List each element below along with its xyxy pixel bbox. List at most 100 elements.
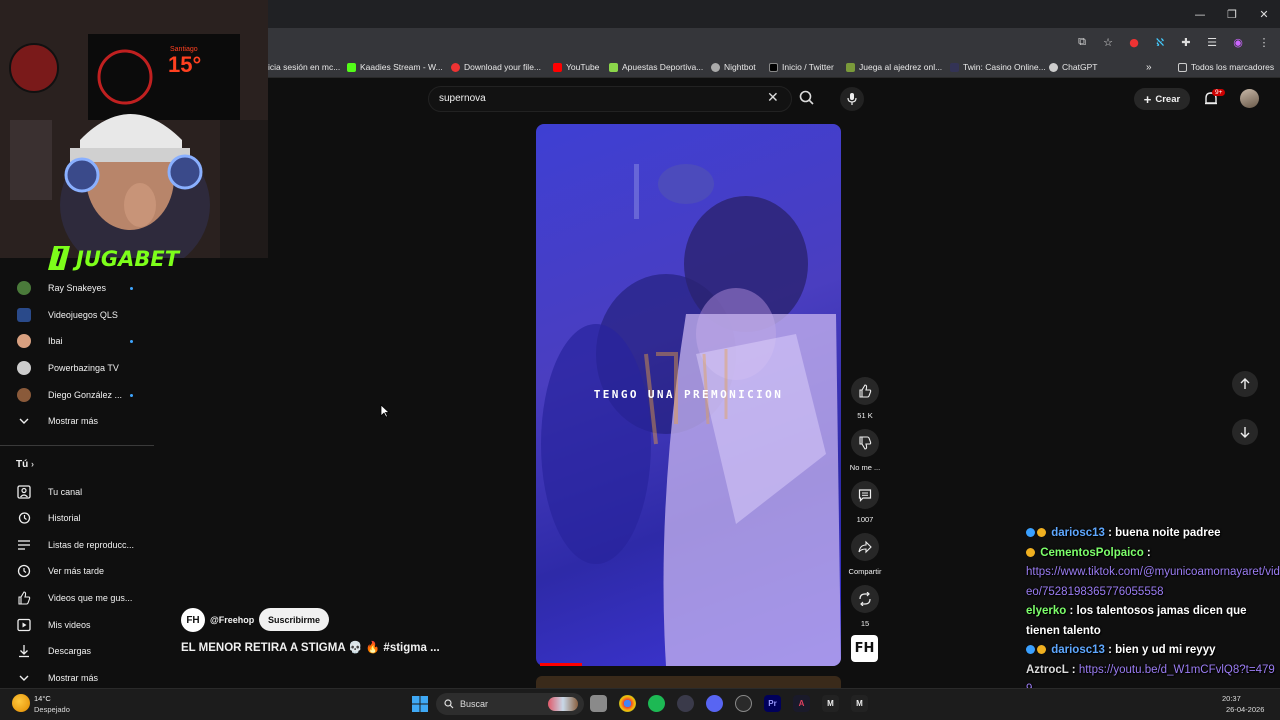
clock-icon: [17, 564, 31, 578]
you-section-heading[interactable]: Tú ›: [16, 459, 34, 470]
discord-icon[interactable]: [706, 695, 723, 712]
minimize-icon[interactable]: —: [1184, 0, 1216, 28]
next-short-button[interactable]: [1232, 419, 1258, 445]
chat-message: CementosPolpaico : https://www.tiktok.com…: [1026, 546, 1280, 598]
sidebar-item-subscription[interactable]: Diego González ...: [0, 382, 154, 408]
arrow-down-icon: [1240, 427, 1250, 438]
app-a-icon[interactable]: A: [793, 695, 810, 712]
chrome-icon[interactable]: [619, 695, 636, 712]
create-button[interactable]: + Crear: [1134, 88, 1190, 110]
windows-start-icon[interactable]: [411, 695, 428, 712]
comment-count: 1007: [856, 515, 874, 524]
bookmark-item[interactable]: Nightbot: [711, 60, 756, 74]
taskbar-weather-temp: 14°C: [34, 694, 51, 703]
channel-logo-badge[interactable]: FH: [851, 635, 878, 662]
spotify-icon[interactable]: [648, 695, 665, 712]
taskbar-weather-condition: Despejado: [34, 705, 70, 714]
bookmark-item[interactable]: ChatGPT: [1049, 60, 1097, 74]
all-bookmarks-folder[interactable]: Todos los marcadores: [1178, 60, 1274, 74]
sidebar-item-your-channel[interactable]: Tu canal: [0, 479, 154, 505]
search-input[interactable]: supernova: [439, 93, 486, 104]
previous-short-button[interactable]: [1232, 371, 1258, 397]
chevron-down-icon: [17, 414, 31, 428]
comments-button[interactable]: [851, 481, 879, 509]
sub-badge-icon: [1026, 528, 1035, 537]
dislike-button[interactable]: [851, 429, 879, 457]
taskbar-search[interactable]: Buscar: [436, 693, 584, 715]
sidebar-show-more[interactable]: Mostrar más: [0, 408, 154, 434]
weather-sun-icon[interactable]: [12, 694, 30, 712]
reading-list-icon[interactable]: ☰: [1202, 32, 1222, 52]
extensions-puzzle-icon[interactable]: ✚: [1176, 32, 1196, 52]
sidebar-item-watch-later[interactable]: Ver más tarde: [0, 558, 154, 584]
sidebar-item-subscription[interactable]: Videojuegos QLS: [0, 302, 154, 328]
share-button[interactable]: [851, 533, 879, 561]
chat-username: dariosc13: [1051, 644, 1105, 656]
channel-avatar[interactable]: FH: [181, 608, 205, 632]
comment-icon: [858, 489, 872, 502]
youtube-icon: [553, 62, 562, 72]
notification-count-badge: 9+: [1212, 89, 1226, 96]
x-twitter-icon: [769, 62, 778, 72]
more-menu-icon[interactable]: ⋮: [1254, 32, 1274, 52]
chat-username: dariosc13: [1051, 527, 1105, 539]
bookmark-star-icon[interactable]: ☆: [1098, 32, 1118, 52]
bookmark-item[interactable]: Twin: Casino Online...: [950, 60, 1046, 74]
next-short-preview[interactable]: [536, 676, 841, 688]
extension-red-icon[interactable]: ●: [1124, 32, 1144, 52]
bookmark-item[interactable]: Juega al ajedrez onl...: [846, 60, 942, 74]
dislike-label: No me ...: [849, 463, 881, 472]
profile-icon[interactable]: ◉: [1228, 32, 1248, 52]
sidebar-item-subscription[interactable]: Ray Snakeyes: [0, 275, 154, 301]
install-app-icon[interactable]: ⧉: [1072, 32, 1092, 52]
bookmark-item[interactable]: Apuestas Deportiva...: [609, 60, 703, 74]
premiere-icon[interactable]: Pr: [764, 695, 781, 712]
translate-extension-icon[interactable]: ℵ: [1150, 32, 1170, 52]
file-explorer-icon[interactable]: [590, 695, 607, 712]
history-icon: [17, 511, 31, 525]
channel-avatar: [17, 361, 31, 375]
channel-avatar: [17, 281, 31, 295]
sidebar-item-subscription[interactable]: Powerbazinga TV: [0, 355, 154, 381]
taskbar-clock-date[interactable]: 26-04-2026: [1226, 705, 1264, 714]
maximize-icon[interactable]: ❐: [1216, 0, 1248, 28]
sidebar-item-downloads[interactable]: Descargas: [0, 638, 154, 664]
sidebar-item-liked-videos[interactable]: Videos que me gus...: [0, 585, 154, 611]
short-caption: TENGO UNA PREMONICION: [593, 388, 784, 401]
like-button[interactable]: [851, 377, 879, 405]
bookmark-item[interactable]: Download your file...: [451, 60, 541, 74]
more-bookmarks-icon[interactable]: »: [1146, 60, 1152, 74]
clear-search-icon[interactable]: ✕: [767, 90, 779, 106]
microphone-icon[interactable]: [840, 87, 864, 111]
sidebar-item-your-videos[interactable]: Mis videos: [0, 612, 154, 638]
bookmark-item[interactable]: Kaadies Stream - W...: [347, 60, 443, 74]
app-m2-icon[interactable]: M: [851, 695, 868, 712]
remix-button[interactable]: [851, 585, 879, 613]
casino-icon: [950, 62, 959, 72]
chat-message: elyerko : los talentosos jamas dicen que…: [1026, 605, 1247, 637]
obs-icon[interactable]: [677, 695, 694, 712]
channel-name[interactable]: @Freehop: [210, 615, 254, 625]
mouse-cursor-icon: [380, 404, 391, 423]
chevron-right-icon: ›: [31, 459, 34, 469]
account-avatar[interactable]: [1240, 89, 1259, 108]
jugabet-logo: JUGABET: [46, 244, 216, 272]
short-progress-bar[interactable]: [540, 663, 582, 666]
share-icon: [858, 540, 872, 554]
close-window-icon[interactable]: ✕: [1248, 0, 1280, 28]
subscribe-button[interactable]: Suscribirme: [259, 608, 329, 631]
taskbar-clock-time[interactable]: 20:37: [1222, 694, 1241, 703]
chat-text: buena noite padree: [1115, 527, 1221, 539]
bookmark-item[interactable]: YouTube: [553, 60, 599, 74]
bookmark-item[interactable]: Inicio / Twitter: [769, 60, 834, 74]
chat-link[interactable]: https://www.tiktok.com/@myunicoamornayar…: [1026, 566, 1280, 598]
app-m-icon[interactable]: M: [822, 695, 839, 712]
bookmark-item[interactable]: icia sesión en mc...: [268, 60, 340, 74]
steam-icon[interactable]: [735, 695, 752, 712]
sidebar-item-playlists[interactable]: Listas de reproducc...: [0, 532, 154, 558]
sidebar-item-subscription[interactable]: Ibai: [0, 328, 154, 354]
short-title[interactable]: EL MENOR RETIRA A STIGMA 💀 🔥 #stigma ...: [181, 640, 440, 654]
search-icon[interactable]: [796, 87, 818, 109]
sidebar-item-history[interactable]: Historial: [0, 505, 154, 531]
sponsor-logo-text: JUGABET: [72, 247, 181, 271]
